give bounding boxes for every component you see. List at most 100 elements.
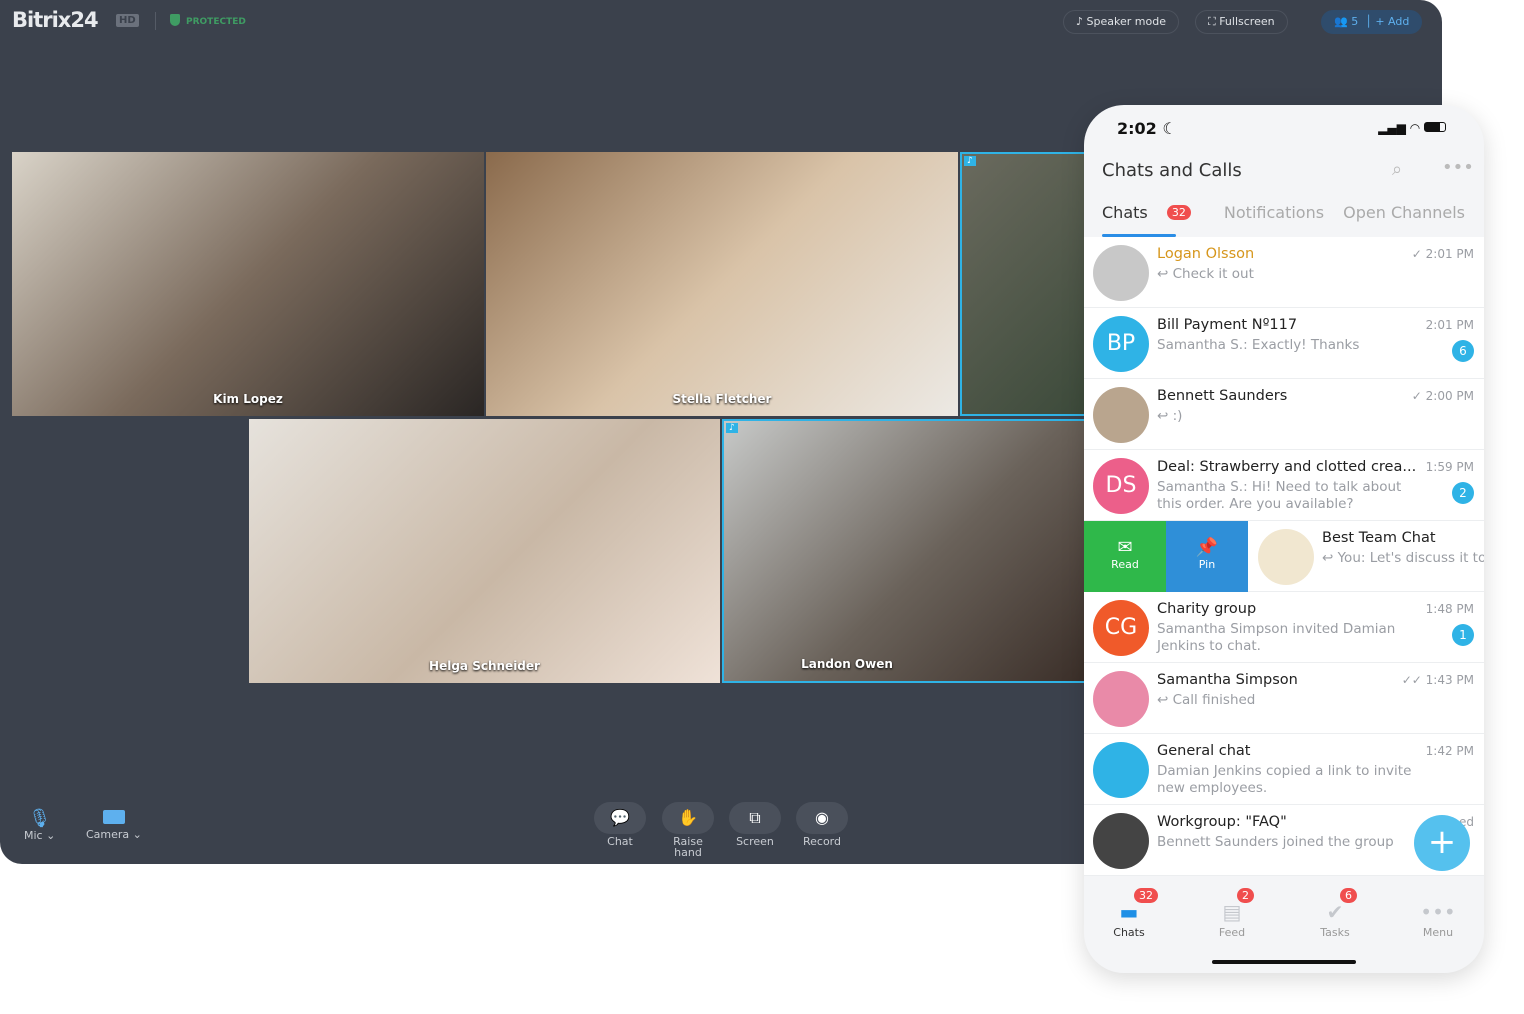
chat-row[interactable]: BP Bill Payment Nº117 Samantha S.: Exactly… — [1084, 308, 1484, 379]
avatar: DS — [1093, 458, 1149, 514]
raise-hand-button[interactable]: ✋ — [662, 802, 714, 834]
raise-hand-label: Raise hand — [673, 835, 703, 859]
tab-open-channels[interactable]: Open Channels — [1343, 203, 1465, 222]
pin-icon: 📌 — [1195, 537, 1219, 558]
read-label: Read — [1111, 558, 1139, 571]
chat-name: Bill Payment Nº117 — [1157, 317, 1298, 333]
microphone-icon: 🎙 — [28, 808, 52, 829]
chat-preview: Samantha S.: Exactly! Thanks — [1157, 337, 1360, 353]
chat-time: ✓ 2:01 PM — [1411, 247, 1474, 261]
video-tile[interactable]: ♪ — [960, 152, 1090, 416]
video-tile[interactable]: ♪ Landon Owen — [722, 419, 1092, 683]
mic-control[interactable]: 🎙 Mic ⌄ — [24, 808, 55, 842]
chat-row[interactable]: ✉ Read 📌 Pin Best Team Chat ↩ You: Let's disc… — [1084, 521, 1484, 592]
nav-feed[interactable]: 2 ▤ Feed — [1197, 888, 1267, 939]
participant-name: Landon Owen — [801, 657, 893, 671]
chat-row[interactable]: Logan Olsson ↩ Check it out ✓ 2:01 PM — [1084, 237, 1484, 308]
shield-icon — [170, 14, 180, 26]
protected-label: PROTECTED — [186, 17, 246, 27]
fullscreen-button[interactable]: ⛶ Fullscreen — [1195, 10, 1288, 34]
chat-row[interactable]: Bennett Saunders ↩ :) ✓ 2:00 PM — [1084, 379, 1484, 450]
chat-row[interactable]: Samantha Simpson ↩ Call finished ✓✓ 1:43 P… — [1084, 663, 1484, 734]
nav-tasks[interactable]: 6 ✔ Tasks — [1300, 888, 1370, 939]
speaker-mode-button[interactable]: ♪ Speaker mode — [1063, 10, 1179, 34]
tab-chats[interactable]: Chats 32 — [1102, 203, 1205, 222]
check-circle-icon: ✔ — [1326, 900, 1344, 924]
add-participant-button[interactable]: + Add — [1375, 15, 1409, 28]
avatar: BP — [1093, 316, 1149, 372]
unread-count: 1 — [1452, 624, 1474, 646]
video-tile[interactable]: Stella Fletcher — [486, 152, 958, 416]
avatar-initials: CG — [1104, 615, 1138, 640]
screen-share-button[interactable]: ⧉ — [729, 802, 781, 834]
video-tile[interactable]: Helga Schneider — [249, 419, 720, 683]
chat-preview: Samantha S.: Hi! Need to talk about this… — [1157, 479, 1402, 512]
chat-row[interactable]: CG Charity group Samantha Simpson invited … — [1084, 592, 1484, 663]
unread-count: 6 — [1452, 340, 1474, 362]
pin-button[interactable]: 📌 Pin — [1166, 521, 1248, 592]
camera-control[interactable]: Camera ⌄ — [86, 808, 142, 841]
chat-list: Logan Olsson ↩ Check it out ✓ 2:01 PM BP Bil… — [1084, 237, 1484, 876]
feed-badge: 2 — [1237, 888, 1254, 903]
mark-read-button[interactable]: ✉ Read — [1084, 521, 1166, 592]
chat-time: 2:01 PM — [1425, 318, 1474, 332]
protected-badge: PROTECTED — [170, 14, 246, 27]
hd-badge: HD — [116, 14, 139, 27]
chat-time: 1:59 PM — [1425, 460, 1474, 474]
record-button[interactable]: ◉ — [796, 802, 848, 834]
chat-preview: Damian Jenkins copied a link to invite n… — [1157, 763, 1412, 796]
mic-label: Mic — [24, 829, 43, 842]
bottom-nav: 32 ▬ Chats 2 ▤ Feed 6 ✔ Tasks ••• Menu — [1084, 880, 1484, 960]
chat-preview: Bennett Saunders joined the group — [1157, 834, 1394, 850]
chat-button[interactable]: 💬 — [594, 802, 646, 834]
call-topbar: Bitrix24 HD PROTECTED ♪ Speaker mode ⛶ F… — [0, 0, 1442, 44]
tab-chats-label: Chats — [1102, 203, 1148, 222]
chat-icon: 💬 — [610, 808, 630, 827]
chat-time: ✓ 2:00 PM — [1411, 389, 1474, 403]
status-time: 2:02 ☾ — [1117, 119, 1177, 138]
nav-menu[interactable]: ••• Menu — [1403, 900, 1473, 939]
chat-name: Samantha Simpson — [1157, 672, 1298, 688]
more-icon[interactable]: ••• — [1442, 157, 1474, 178]
participant-name: Stella Fletcher — [672, 392, 772, 406]
unread-badge: 32 — [1166, 205, 1191, 220]
chat-name: Workgroup: "FAQ" — [1157, 814, 1287, 830]
status-icons: ▂▄▆ ◠ — [1378, 121, 1446, 135]
clock: 2:02 — [1117, 119, 1157, 138]
home-indicator — [1212, 960, 1356, 964]
tab-notifications[interactable]: Notifications — [1224, 203, 1324, 222]
feed-icon: ▤ — [1222, 900, 1242, 924]
participants-button[interactable]: 👥 5 │ + Add — [1321, 10, 1423, 34]
avatar — [1093, 245, 1149, 301]
chat-name: Charity group — [1157, 601, 1257, 617]
chat-time: 1:42 PM — [1425, 744, 1474, 758]
new-chat-button[interactable]: + — [1414, 815, 1470, 871]
nav-chats-label: Chats — [1113, 926, 1145, 939]
avatar — [1258, 529, 1314, 585]
tasks-badge: 6 — [1340, 888, 1357, 903]
plus-icon: + — [1427, 822, 1457, 862]
speaking-icon: ♪ — [726, 423, 738, 433]
avatar — [1093, 742, 1149, 798]
avatar-initials: DS — [1105, 473, 1137, 498]
battery-icon — [1424, 122, 1446, 132]
avatar-initials: BP — [1106, 331, 1136, 356]
speaking-icon: ♪ — [964, 156, 976, 166]
video-tile[interactable]: Kim Lopez — [12, 152, 484, 416]
search-icon[interactable]: ⌕ — [1392, 159, 1402, 180]
chat-name: General chat — [1157, 743, 1251, 759]
nav-chats[interactable]: 32 ▬ Chats — [1094, 888, 1164, 939]
hand-icon: ✋ — [678, 808, 698, 827]
tabs: Chats 32 Notifications Open Channels — [1102, 203, 1479, 222]
chat-preview: ↩ Check it out — [1157, 266, 1254, 282]
nav-menu-label: Menu — [1422, 926, 1454, 939]
chat-bubble-icon: ▬ — [1119, 900, 1139, 924]
users-icon: 👥 — [1334, 15, 1348, 28]
chat-time: ✓✓ 1:43 PM — [1401, 673, 1474, 687]
chat-row[interactable]: DS Deal: Strawberry and clotted crea... Sa… — [1084, 450, 1484, 521]
chat-name: Bennett Saunders — [1157, 388, 1288, 404]
record-label: Record — [802, 835, 841, 848]
chat-row[interactable]: General chat Damian Jenkins copied a link… — [1084, 734, 1484, 805]
more-icon: ••• — [1420, 900, 1456, 924]
speaker-mode-label: Speaker mode — [1086, 15, 1166, 28]
